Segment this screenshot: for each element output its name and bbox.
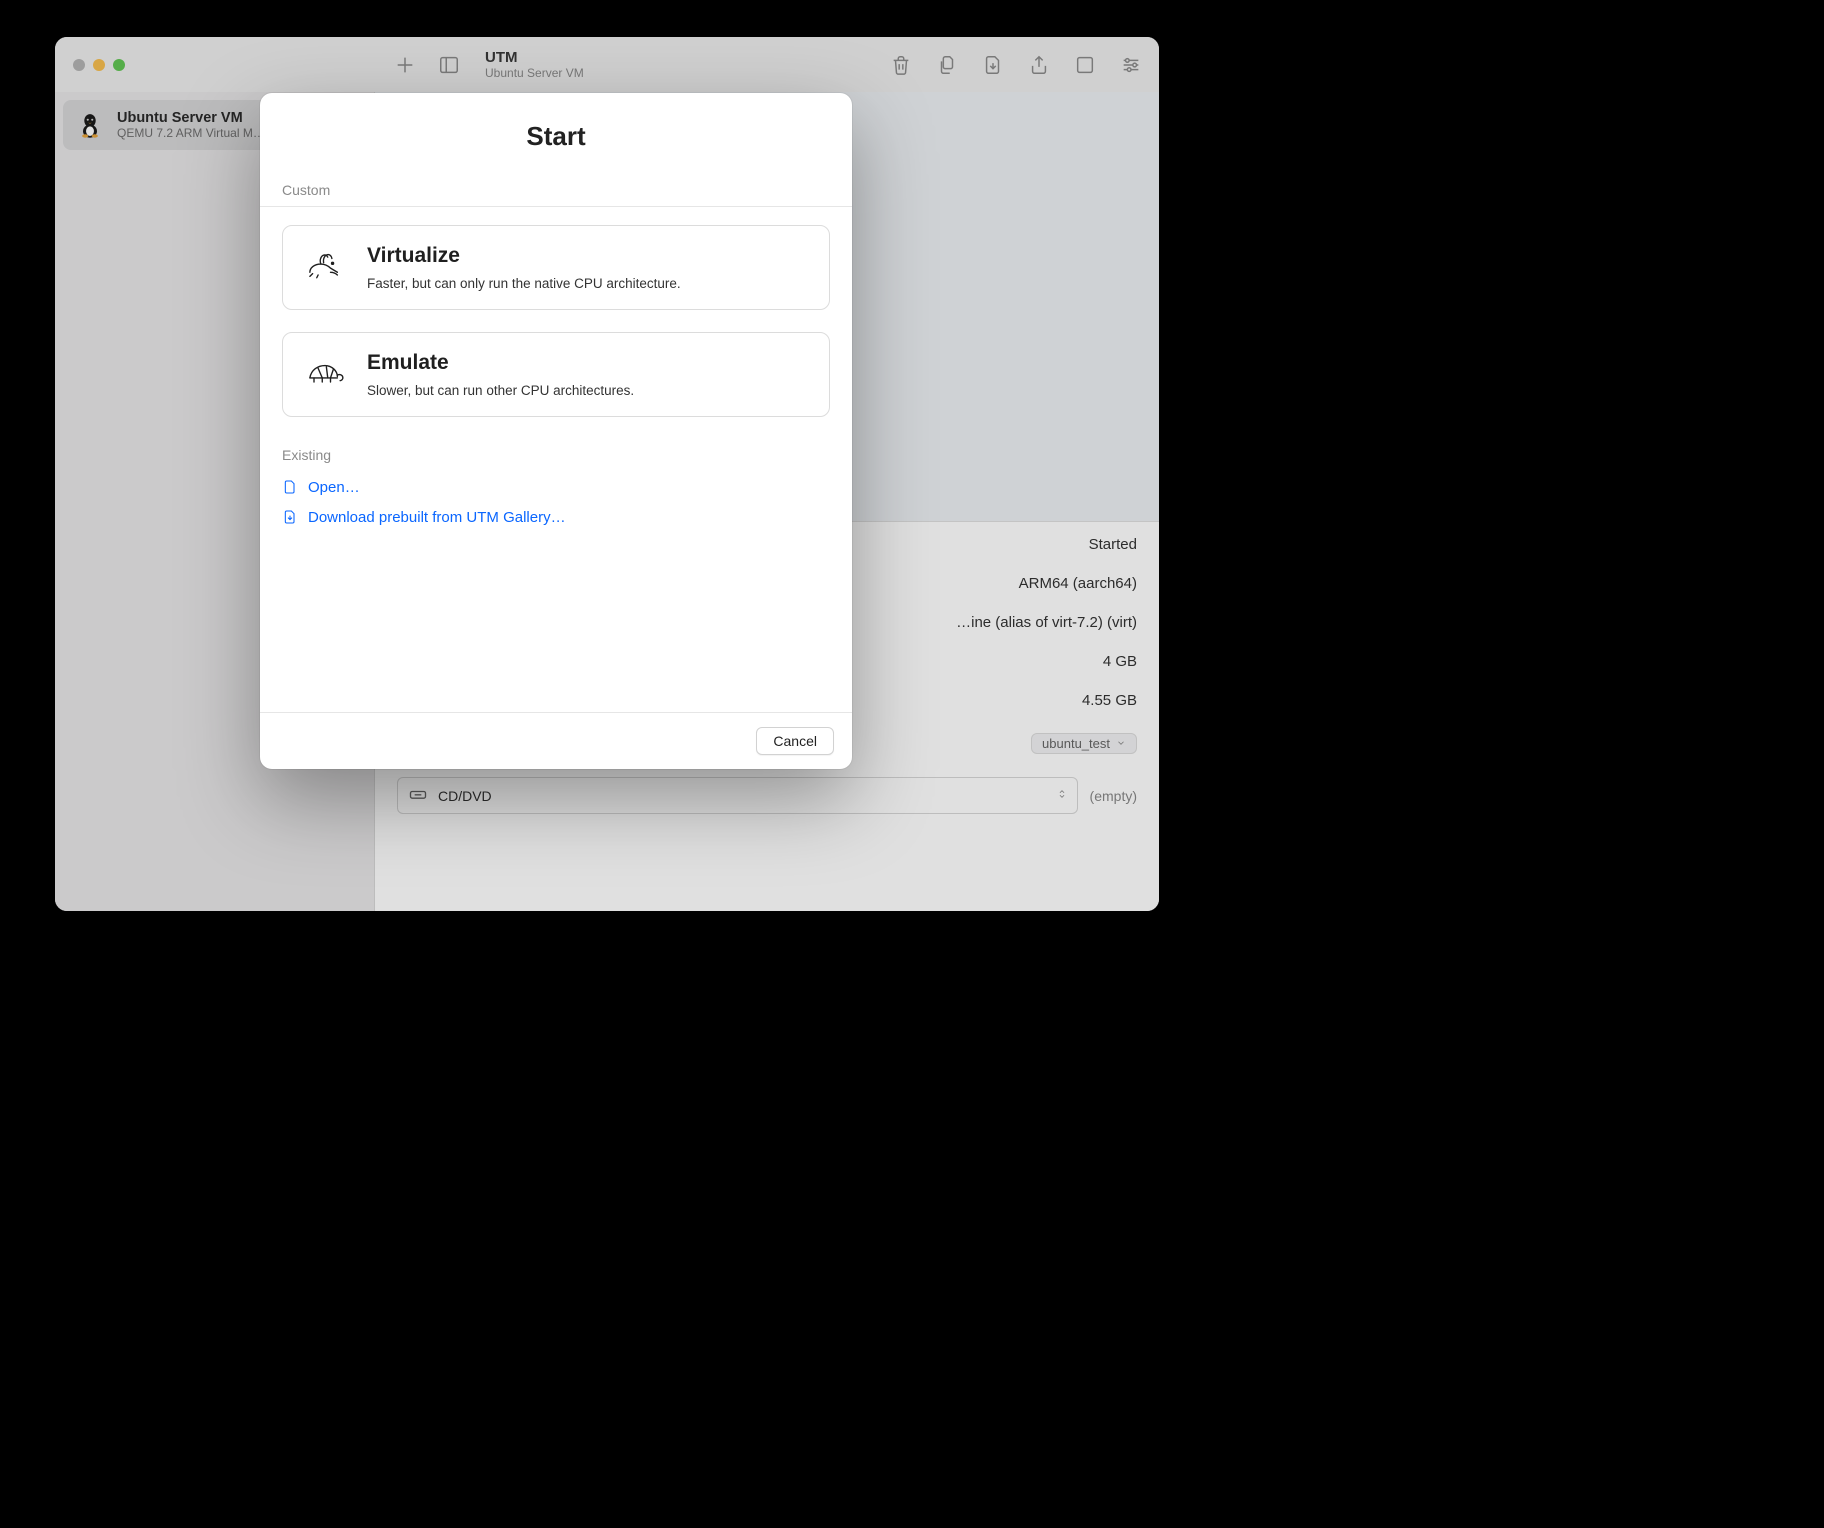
clone-button[interactable] <box>933 51 961 79</box>
modal-body: Custom Virtualize Faster, but can only r… <box>260 174 852 712</box>
open-existing-link[interactable]: Open… <box>282 477 830 497</box>
settings-button[interactable] <box>1117 51 1145 79</box>
disk-value: 4.55 GB <box>1082 692 1137 709</box>
plus-icon <box>394 54 416 76</box>
emulate-title: Emulate <box>367 351 634 375</box>
clone-icon <box>936 54 958 76</box>
toolbar-actions <box>887 51 1145 79</box>
existing-section-label: Existing <box>282 439 830 471</box>
emulate-option[interactable]: Emulate Slower, but can run other CPU ar… <box>282 332 830 417</box>
sliders-icon <box>1120 54 1142 76</box>
shared-directory-value: ubuntu_test <box>1042 736 1110 751</box>
disc-icon <box>408 784 428 807</box>
share-icon <box>1028 54 1050 76</box>
title-stack: UTM Ubuntu Server VM <box>485 49 871 80</box>
toggle-sidebar-button[interactable] <box>435 51 463 79</box>
download-gallery-link[interactable]: Download prebuilt from UTM Gallery… <box>282 507 830 527</box>
titlebar: UTM Ubuntu Server VM <box>55 37 1159 92</box>
app-title: UTM <box>485 49 871 66</box>
window-icon <box>1074 54 1096 76</box>
zoom-window-button[interactable] <box>113 59 125 71</box>
chevron-updown-icon <box>1057 787 1067 804</box>
download-gallery-label: Download prebuilt from UTM Gallery… <box>308 509 566 526</box>
shared-directory-dropdown[interactable]: ubuntu_test <box>1031 733 1137 754</box>
virtualize-desc: Faster, but can only run the native CPU … <box>367 276 681 291</box>
memory-value: 4 GB <box>1103 653 1137 670</box>
custom-section-label: Custom <box>282 174 830 206</box>
trash-icon <box>890 54 912 76</box>
open-existing-label: Open… <box>308 479 360 496</box>
vm-name: Ubuntu Server VM <box>117 110 265 126</box>
sidebar-icon <box>438 54 460 76</box>
document-icon <box>282 477 298 497</box>
virtualize-option[interactable]: Virtualize Faster, but can only run the … <box>282 225 830 310</box>
delete-button[interactable] <box>887 51 915 79</box>
window-controls <box>55 59 375 71</box>
toolbar: UTM Ubuntu Server VM <box>375 49 1159 80</box>
cd-dvd-label: CD/DVD <box>438 788 492 804</box>
cd-dvd-dropdown[interactable]: CD/DVD <box>397 777 1078 814</box>
cd-dvd-empty-label: (empty) <box>1090 788 1137 804</box>
modal-title: Start <box>260 93 852 174</box>
app-subtitle: Ubuntu Server VM <box>485 66 871 80</box>
turtle-icon <box>301 351 349 391</box>
share-button[interactable] <box>1025 51 1053 79</box>
machine-value: …ine (alias of virt-7.2) (virt) <box>956 614 1137 631</box>
status-value: Started <box>1089 536 1137 553</box>
cancel-button[interactable]: Cancel <box>756 727 834 755</box>
vm-subtitle: QEMU 7.2 ARM Virtual M… <box>117 126 265 140</box>
arch-value: ARM64 (aarch64) <box>1019 575 1137 592</box>
move-button[interactable] <box>979 51 1007 79</box>
sidebar-item-text: Ubuntu Server VM QEMU 7.2 ARM Virtual M… <box>117 110 265 140</box>
chevron-down-icon <box>1116 738 1126 748</box>
emulate-desc: Slower, but can run other CPU architectu… <box>367 383 634 398</box>
minimize-window-button[interactable] <box>93 59 105 71</box>
rabbit-icon <box>301 244 349 284</box>
new-vm-button[interactable] <box>391 51 419 79</box>
start-modal: Start Custom Virtualize Faster, but can … <box>260 93 852 769</box>
linux-icon <box>75 110 105 140</box>
window-button[interactable] <box>1071 51 1099 79</box>
close-window-button[interactable] <box>73 59 85 71</box>
existing-list: Open… Download prebuilt from UTM Gallery… <box>282 477 830 527</box>
file-arrow-down-icon <box>982 54 1004 76</box>
document-download-icon <box>282 507 298 527</box>
virtualize-title: Virtualize <box>367 244 681 268</box>
divider <box>260 206 852 207</box>
modal-footer: Cancel <box>260 712 852 769</box>
cd-dvd-row: CD/DVD (empty) <box>397 777 1137 814</box>
